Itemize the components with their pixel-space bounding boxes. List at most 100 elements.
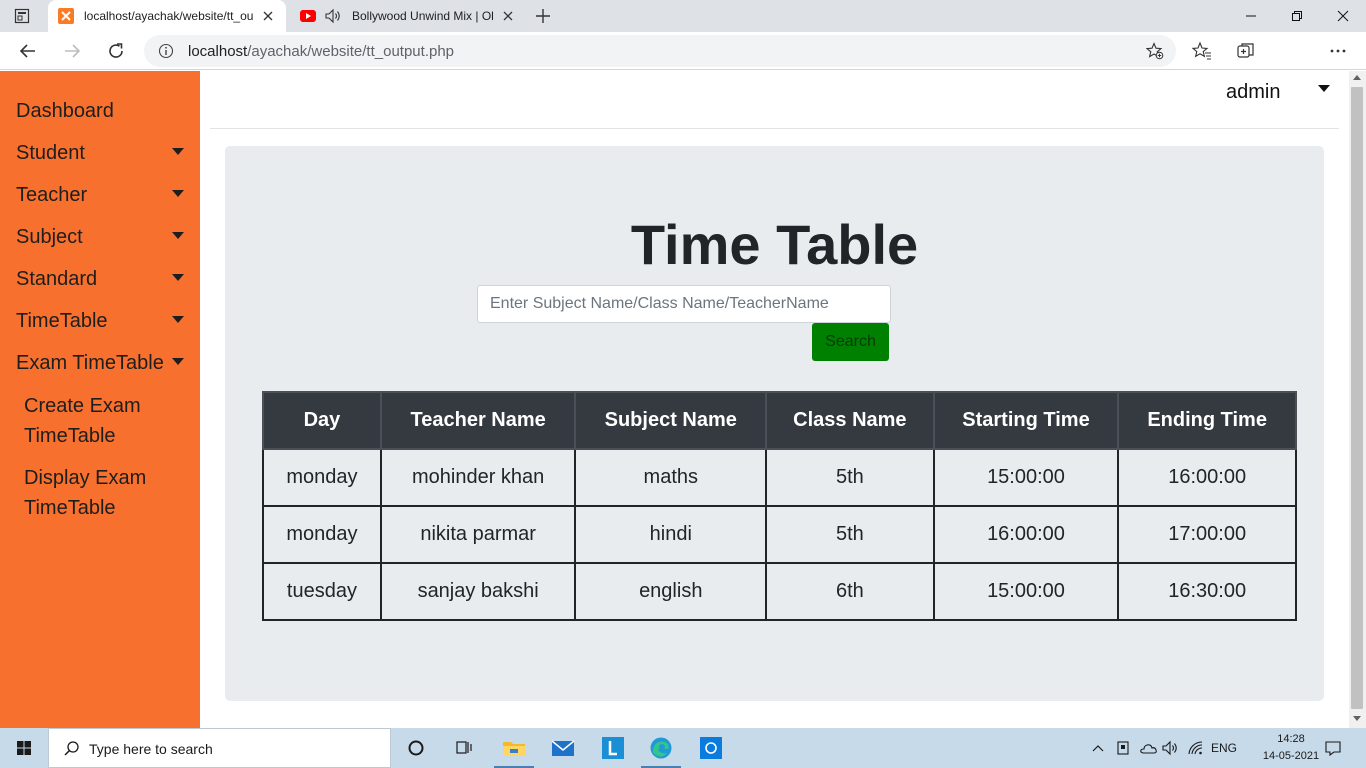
sidebar-item-student[interactable]: Student: [16, 142, 192, 165]
mail-button[interactable]: [539, 728, 587, 768]
main-panel: Time Table Search Day Teacher Name Subje…: [225, 146, 1324, 701]
chevron-up-icon: [1092, 745, 1104, 752]
sidebar-item-label: Teacher: [16, 184, 88, 206]
table-row: tuesday sanjay bakshi english 6th 15:00:…: [262, 562, 1297, 621]
user-menu-label[interactable]: admin: [1226, 81, 1280, 104]
cell-class-name: 5th: [765, 505, 935, 564]
tray-app-button[interactable]: [1114, 738, 1132, 758]
wifi-icon: [1188, 741, 1203, 755]
sidebar-item-label: Student: [16, 142, 85, 164]
collections-icon[interactable]: [1236, 41, 1256, 61]
clock-time: 14:28: [1277, 733, 1305, 745]
sidebar-subitem-label: Display Exam TimeTable: [24, 467, 147, 519]
cell-subject-name: hindi: [574, 505, 768, 564]
table-row: monday nikita parmar hindi 5th 16:00:00 …: [262, 505, 1297, 564]
cell-starting-time: 15:00:00: [932, 562, 1120, 621]
tab-title: Bollywood Unwind Mix | Old: [352, 9, 494, 23]
cell-ending-time: 17:00:00: [1117, 505, 1297, 564]
xampp-favicon-icon: [58, 8, 74, 24]
edge-browser-button[interactable]: [637, 728, 685, 768]
back-arrow-icon[interactable]: [18, 41, 38, 61]
cell-day: monday: [262, 505, 382, 564]
add-favorite-icon[interactable]: [1146, 42, 1164, 60]
sidebar-subitem-display-exam-timetable[interactable]: Display Exam TimeTable: [24, 463, 194, 523]
window-menu-icon[interactable]: [14, 8, 30, 24]
show-hidden-icons-button[interactable]: [1090, 738, 1106, 758]
sidebar-item-timetable[interactable]: TimeTable: [16, 310, 192, 333]
cell-ending-time: 16:00:00: [1117, 448, 1297, 507]
column-header-subject-name: Subject Name: [574, 391, 768, 450]
sidebar-item-label: TimeTable: [16, 310, 108, 332]
url-path: /ayachak/website/tt_output.php: [247, 43, 455, 60]
taskbar-search-box[interactable]: Type here to search: [48, 728, 391, 768]
clock-date: 14-05-2021: [1262, 750, 1320, 762]
browser-tab-active[interactable]: localhost/ayachak/website/tt_ou: [48, 0, 286, 32]
browser-tab-inactive[interactable]: Bollywood Unwind Mix | Old: [290, 0, 526, 32]
scroll-down-arrow-icon[interactable]: [1353, 716, 1361, 721]
forward-arrow-icon[interactable]: [62, 41, 82, 61]
file-explorer-button[interactable]: [490, 728, 538, 768]
cell-subject-name: english: [574, 562, 768, 621]
cortana-button[interactable]: [392, 728, 440, 768]
blue-app-button[interactable]: [687, 728, 735, 768]
sidebar-subitem-label: Create Exam TimeTable: [24, 395, 141, 447]
restore-button[interactable]: [1274, 0, 1320, 32]
sidebar-item-exam-timetable[interactable]: Exam TimeTable: [16, 352, 192, 375]
sidebar-item-dashboard[interactable]: Dashboard: [16, 100, 192, 123]
url-text[interactable]: localhost/ayachak/website/tt_output.php: [188, 43, 454, 60]
task-view-icon: [456, 741, 472, 754]
caret-down-icon: [172, 358, 184, 365]
search-icon: [64, 741, 79, 756]
cell-teacher-name: sanjay bakshi: [379, 562, 577, 621]
web-page: Dashboard Student Teacher Subject Standa…: [0, 71, 1349, 728]
minimize-button[interactable]: [1228, 0, 1274, 32]
table-row: monday mohinder khan maths 5th 15:00:00 …: [262, 448, 1297, 507]
taskbar-clock[interactable]: 14:28 14-05-2021: [1262, 731, 1320, 765]
table-header-row: Day Teacher Name Subject Name Class Name…: [262, 391, 1297, 450]
cell-day: monday: [262, 448, 382, 507]
minimize-icon: [1246, 15, 1256, 17]
scroll-up-arrow-icon[interactable]: [1353, 75, 1361, 80]
sidebar-item-standard[interactable]: Standard: [16, 268, 192, 291]
caret-down-icon: [172, 190, 184, 197]
cell-subject-name: maths: [574, 448, 768, 507]
column-header-teacher-name: Teacher Name: [379, 391, 577, 450]
restore-icon: [1292, 11, 1302, 21]
close-window-button[interactable]: [1320, 0, 1366, 32]
vertical-scrollbar[interactable]: [1349, 71, 1366, 728]
tray-app-icon: [1117, 741, 1129, 755]
sidebar-item-subject[interactable]: Subject: [16, 226, 192, 249]
language-indicator[interactable]: ENG: [1208, 738, 1240, 758]
caret-down-icon: [172, 148, 184, 155]
sidebar-item-teacher[interactable]: Teacher: [16, 184, 192, 207]
start-button[interactable]: [0, 728, 48, 768]
favorites-icon[interactable]: [1192, 41, 1212, 61]
refresh-icon[interactable]: [106, 41, 126, 61]
blue-app-icon: [700, 737, 722, 759]
search-input[interactable]: [477, 285, 891, 323]
notifications-button[interactable]: [1322, 738, 1344, 758]
caret-down-icon: [172, 316, 184, 323]
caret-down-icon[interactable]: [1318, 85, 1330, 92]
onedrive-button[interactable]: [1138, 738, 1158, 758]
more-options-icon[interactable]: [1328, 41, 1348, 61]
speaker-icon[interactable]: [324, 8, 342, 24]
sidebar-subitem-create-exam-timetable[interactable]: Create Exam TimeTable: [24, 391, 194, 451]
l-app-button[interactable]: [589, 728, 637, 768]
search-button[interactable]: Search: [812, 323, 889, 361]
info-icon[interactable]: [158, 43, 174, 59]
taskbar-search-placeholder: Type here to search: [89, 741, 213, 757]
scrollbar-thumb[interactable]: [1351, 87, 1363, 709]
close-tab-icon[interactable]: [260, 8, 276, 24]
volume-button[interactable]: [1160, 738, 1180, 758]
task-view-button[interactable]: [440, 728, 488, 768]
close-tab-icon[interactable]: [500, 8, 516, 24]
cell-teacher-name: nikita parmar: [379, 505, 577, 564]
top-navbar: admin: [210, 71, 1339, 129]
address-bar[interactable]: localhost/ayachak/website/tt_output.php: [144, 35, 1176, 67]
column-header-ending-time: Ending Time: [1117, 391, 1297, 450]
sidebar-item-label: Dashboard: [16, 100, 114, 122]
new-tab-icon[interactable]: [534, 7, 552, 25]
speaker-icon: [1162, 740, 1177, 756]
network-button[interactable]: [1186, 738, 1206, 758]
